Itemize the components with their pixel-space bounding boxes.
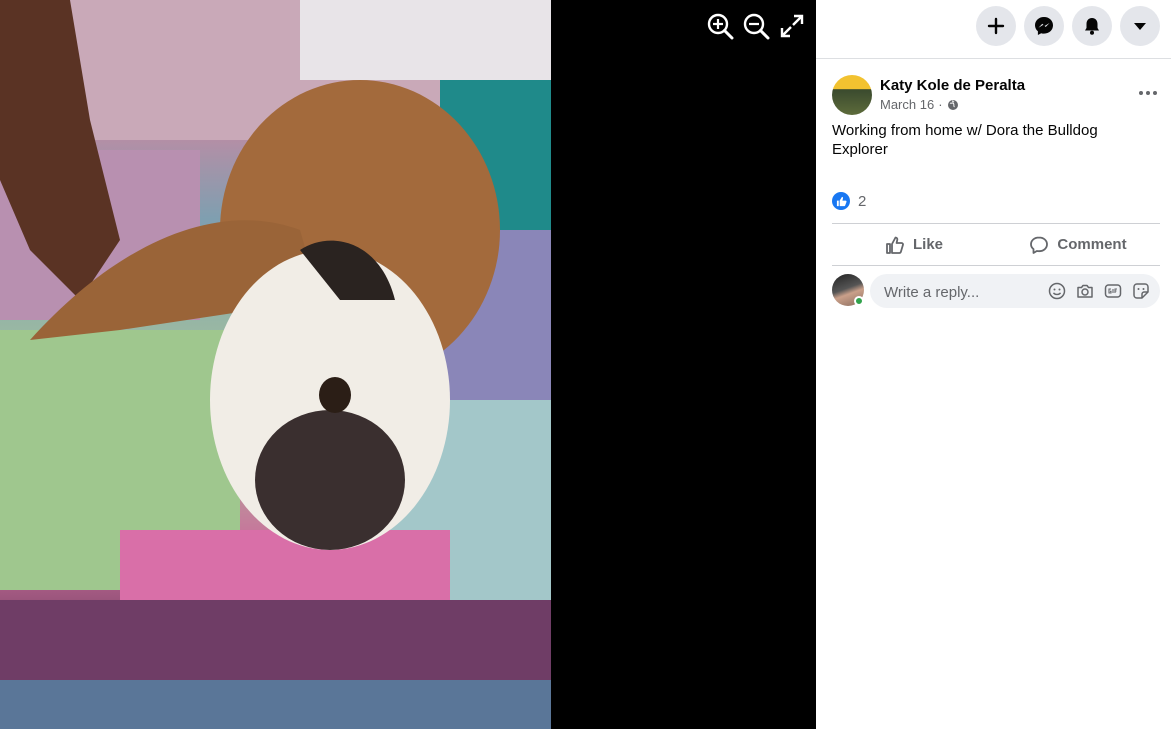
gif-icon[interactable] bbox=[1104, 282, 1122, 300]
post-date[interactable]: March 16 bbox=[880, 97, 934, 112]
reply-composer bbox=[832, 274, 1160, 310]
notifications-button[interactable] bbox=[1072, 6, 1112, 46]
like-label: Like bbox=[912, 236, 943, 253]
globe-icon bbox=[947, 99, 958, 110]
account-menu-button[interactable] bbox=[1120, 6, 1160, 46]
sticker-icon[interactable] bbox=[1132, 282, 1150, 300]
comment-label: Comment bbox=[1057, 236, 1127, 253]
camera-icon[interactable] bbox=[1076, 282, 1094, 300]
comment-button[interactable]: Comment bbox=[996, 224, 1160, 265]
reply-input-container[interactable] bbox=[870, 274, 1160, 310]
create-button[interactable] bbox=[976, 6, 1016, 46]
notifications-bell-icon bbox=[1085, 18, 1099, 35]
zoom-in-icon[interactable] bbox=[706, 12, 734, 40]
like-reaction-icon bbox=[832, 192, 850, 210]
emoji-icon[interactable] bbox=[1048, 282, 1066, 300]
like-button[interactable]: Like bbox=[832, 224, 996, 265]
comment-icon bbox=[1030, 236, 1049, 254]
post-actions: Like Comment bbox=[832, 223, 1160, 266]
post-meta: March 16 · bbox=[880, 97, 959, 112]
messenger-icon bbox=[1035, 17, 1053, 35]
post-caption: Working from home w/ Dora the Bulldog Ex… bbox=[832, 122, 1098, 158]
top-navigation bbox=[816, 0, 1171, 59]
plus-icon bbox=[987, 17, 1005, 35]
fullscreen-icon[interactable] bbox=[778, 12, 806, 40]
author-name[interactable]: Katy Kole de Peralta bbox=[880, 77, 1025, 94]
zoom-out-icon[interactable] bbox=[742, 12, 770, 40]
post-detail-panel: Katy Kole de Peralta March 16 · Working … bbox=[816, 0, 1171, 729]
post-photo[interactable] bbox=[0, 0, 551, 729]
photo-viewer bbox=[0, 0, 816, 729]
reply-input[interactable] bbox=[882, 274, 1036, 310]
account-dropdown-icon bbox=[1134, 23, 1146, 30]
author-avatar[interactable] bbox=[832, 75, 872, 115]
messenger-button[interactable] bbox=[1024, 6, 1064, 46]
more-options-icon[interactable] bbox=[1136, 83, 1160, 103]
photo-illustration bbox=[0, 0, 551, 729]
online-status-indicator bbox=[854, 296, 864, 306]
thumbs-up-icon bbox=[886, 236, 904, 254]
reaction-summary[interactable]: 2 bbox=[832, 192, 866, 210]
reaction-count: 2 bbox=[858, 192, 867, 210]
meta-separator: · bbox=[938, 97, 943, 112]
